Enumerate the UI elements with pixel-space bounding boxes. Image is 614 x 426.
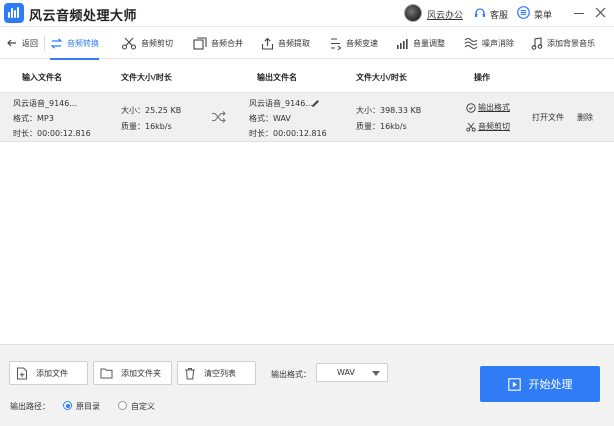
output-format-select[interactable]: WAV	[316, 363, 388, 382]
tab-audio-cut[interactable]: 音频剪切	[121, 27, 173, 59]
add-file-label: 添加文件	[36, 368, 68, 378]
function-toolbar: 返回 音频转换 音频剪切 音频合并 音频提取 音频变速 音量调整 噪声消除 添加…	[0, 27, 614, 60]
add-folder-label: 添加文件夹	[121, 368, 161, 378]
tab-label: 音频提取	[278, 38, 310, 48]
tab-add-bgm[interactable]: 添加背景音乐	[531, 27, 595, 59]
speed-icon	[331, 37, 342, 50]
radio-custom-dir[interactable]	[118, 401, 127, 410]
tab-noise-removal[interactable]: 噪声消除	[464, 27, 514, 59]
start-processing-label: 开始处理	[528, 378, 573, 391]
tab-volume-adjust[interactable]: 音量调整	[396, 27, 445, 59]
add-folder-button[interactable]: 添加文件夹	[93, 361, 172, 385]
table-row[interactable]: 风云语音_9146... 格式：MP3 时长：00:00:12.816 大小：2…	[0, 92, 614, 142]
shuffle-arrows-icon	[212, 111, 226, 123]
noise-wave-icon	[464, 37, 478, 49]
edit-pencil-icon[interactable]	[311, 99, 320, 108]
close-icon[interactable]	[594, 6, 607, 19]
delete-link[interactable]: 删除	[577, 112, 593, 123]
input-format: 格式：MP3	[13, 114, 54, 123]
tab-label: 音量调整	[413, 38, 445, 48]
radio-original-dir[interactable]	[63, 401, 72, 410]
clear-list-label: 清空列表	[204, 368, 236, 378]
add-file-icon	[17, 367, 27, 379]
app-title: 风云音频处理大师	[29, 9, 138, 24]
col-output-size: 文件大小/时长	[356, 73, 407, 82]
tab-label: 噪声消除	[482, 38, 514, 48]
tab-audio-convert[interactable]: 音频转换	[50, 27, 99, 60]
tab-audio-merge[interactable]: 音频合并	[193, 27, 243, 59]
file-table-header: 输入文件名 文件大小/时长 输出文件名 文件大小/时长 操作	[0, 60, 614, 92]
app-logo-icon	[4, 3, 24, 23]
back-arrow-icon	[7, 39, 16, 47]
toolbar-divider	[44, 35, 45, 51]
tab-audio-speed[interactable]: 音频变速	[329, 27, 378, 59]
merge-icon	[193, 36, 207, 50]
output-duration: 时长：00:00:12.816	[249, 129, 327, 138]
output-path-label: 输出路径：	[10, 402, 50, 411]
service-label[interactable]: 客服	[490, 8, 508, 21]
start-processing-button[interactable]: 开始处理	[480, 366, 600, 402]
tab-label: 音频剪切	[141, 38, 173, 48]
extract-icon	[261, 37, 274, 50]
output-format-label: 输出格式	[478, 103, 510, 112]
headset-icon[interactable]	[474, 7, 486, 19]
tab-label: 音频变速	[346, 38, 378, 48]
scissors-icon	[466, 122, 476, 132]
tab-back[interactable]: 返回	[6, 27, 38, 59]
add-folder-icon	[100, 368, 113, 379]
music-note-icon	[531, 36, 543, 50]
original-dir-label[interactable]: 原目录	[76, 401, 100, 412]
clear-list-button[interactable]: 清空列表	[177, 361, 256, 385]
add-file-button[interactable]: 添加文件	[9, 361, 88, 385]
output-format-label: 输出格式：	[271, 370, 311, 379]
input-size: 大小：25.25 KB	[121, 106, 182, 115]
output-format: 格式：WAV	[249, 114, 291, 123]
input-duration: 时长：00:00:12.816	[13, 129, 91, 138]
tab-label: 音频转换	[67, 38, 99, 48]
tab-label: 添加背景音乐	[547, 38, 595, 48]
col-input-size: 文件大小/时长	[121, 73, 172, 82]
open-file-link[interactable]: 打开文件	[532, 112, 564, 123]
volume-bars-icon	[397, 38, 408, 49]
input-quality: 质量：16kb/s	[121, 122, 172, 131]
custom-dir-label[interactable]: 自定义	[131, 401, 155, 412]
title-bar: 风云音频处理大师 风云办公 客服 菜单	[0, 0, 614, 27]
menu-label[interactable]: 菜单	[534, 8, 552, 21]
user-avatar[interactable]	[404, 4, 422, 22]
convert-icon	[50, 37, 63, 49]
chevron-down-icon	[372, 371, 380, 376]
play-icon	[507, 377, 521, 391]
tab-label: 返回	[22, 38, 38, 48]
col-output-name: 输出文件名	[257, 73, 297, 82]
tab-label: 音频合并	[211, 38, 243, 48]
output-format-link[interactable]: 输出格式	[466, 102, 510, 113]
input-file-name: 风云语音_9146...	[13, 99, 77, 108]
col-input-name: 输入文件名	[22, 73, 62, 82]
tab-audio-extract[interactable]: 音频提取	[261, 27, 310, 59]
menu-icon[interactable]	[517, 6, 530, 19]
output-file-name[interactable]: 风云语音_9146...	[249, 98, 313, 109]
format-gear-icon	[466, 102, 476, 113]
scissors-icon	[121, 37, 137, 50]
user-link[interactable]: 风云办公	[427, 8, 463, 21]
audio-cut-link[interactable]: 音频剪切	[466, 121, 510, 132]
output-size: 大小：398.33 KB	[356, 106, 422, 115]
trash-icon	[185, 367, 195, 379]
minimize-button[interactable]	[573, 7, 585, 19]
audio-cut-label: 音频剪切	[478, 122, 510, 131]
output-quality: 质量：16kb/s	[356, 122, 407, 131]
col-operations: 操作	[474, 73, 490, 82]
format-selected-value: WAV	[337, 368, 355, 377]
